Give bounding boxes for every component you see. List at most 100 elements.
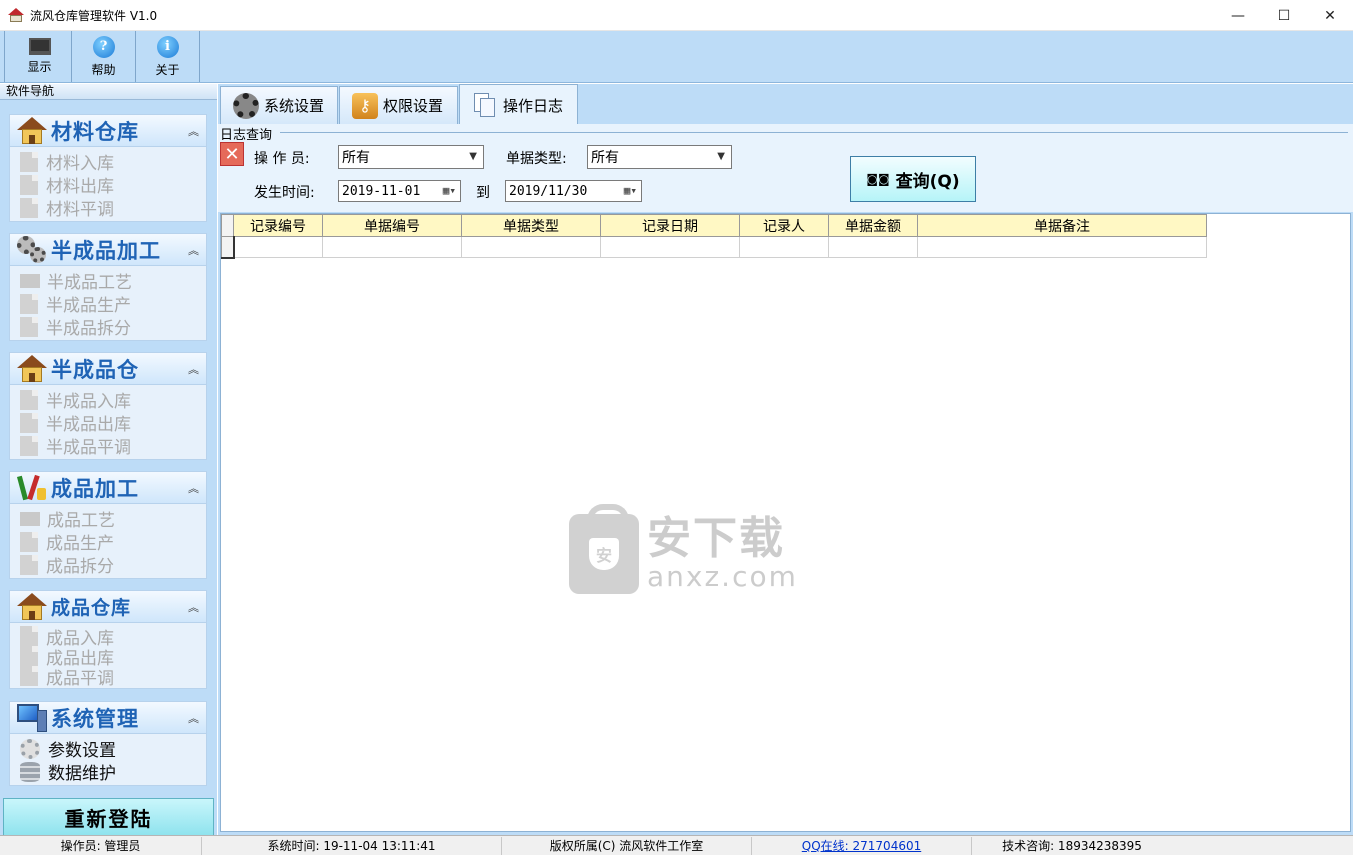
nav-item-semi-out[interactable]: 半成品出库 [10, 411, 206, 435]
warehouse-icon [17, 592, 47, 621]
nav-group-header[interactable]: 材料仓库 ︽ [9, 114, 207, 147]
nav-group-title: 成品加工 [51, 476, 139, 501]
tab-operation-log[interactable]: 操作日志 [459, 84, 578, 125]
query-button-label: 查询(Q) [895, 171, 960, 192]
calendar-icon[interactable]: ▦▾ [624, 184, 637, 197]
collapse-icon[interactable]: ︽ [188, 480, 199, 496]
close-button[interactable]: ✕ [1307, 0, 1353, 31]
groupbox-border [280, 132, 1348, 133]
relogin-button[interactable]: 重新登陆 [3, 798, 214, 836]
tab-permission-settings[interactable]: ⚷ 权限设置 [339, 86, 458, 124]
tab-bar: 系统设置 ⚷ 权限设置 操作日志 [218, 84, 1353, 125]
table-cell[interactable] [600, 236, 740, 258]
nav-item-label: 数据维护 [48, 764, 116, 784]
column-header[interactable]: 单据类型 [461, 214, 601, 237]
nav-item-material-transfer[interactable]: 材料平调 [10, 196, 206, 220]
collapse-icon[interactable]: ︽ [188, 361, 199, 377]
clear-filter-icon[interactable]: ✕ [220, 142, 244, 166]
about-button[interactable]: i 关于 [136, 31, 200, 82]
table-cell[interactable] [322, 236, 462, 258]
doc-type-label: 单据类型: [506, 151, 567, 167]
nav-item-product-process[interactable]: 成品工艺 [10, 507, 206, 531]
nav-group-header[interactable]: 成品仓库 ︽ [9, 590, 207, 623]
collapse-icon[interactable]: ︽ [188, 710, 199, 726]
column-header[interactable]: 单据金额 [828, 214, 918, 237]
nav-item-parameter-settings[interactable]: 参数设置 [10, 737, 206, 761]
warehouse-icon [17, 354, 47, 383]
toolbar: 显示 ? 帮助 i 关于 [0, 31, 1353, 83]
operator-label: 操 作 员: [254, 151, 310, 167]
nav-item-data-maintenance[interactable]: 数据维护 [10, 760, 206, 784]
collapse-icon[interactable]: ︽ [188, 242, 199, 258]
nav-item-product-split[interactable]: 成品拆分 [10, 553, 206, 577]
watermark-cn: 安下载 [647, 513, 785, 564]
status-operator: 操作员: 管理员 [0, 836, 202, 855]
table-cell[interactable] [233, 236, 323, 258]
process-icon [20, 273, 40, 288]
tab-system-settings[interactable]: 系统设置 [220, 86, 338, 124]
nav-item-label: 材料出库 [46, 177, 114, 197]
log-icon [472, 92, 498, 118]
table-cell[interactable] [739, 236, 829, 258]
nav-item-product-transfer[interactable]: 成品平调 [10, 666, 206, 689]
maximize-button[interactable]: ☐ [1261, 0, 1307, 31]
nav-group-header[interactable]: 系统管理 ︽ [9, 701, 207, 734]
nav-item-label: 成品工艺 [47, 511, 115, 531]
nav-item-semi-production[interactable]: 半成品生产 [10, 292, 206, 316]
row-indicator-header [221, 214, 234, 237]
column-header[interactable]: 单据编号 [322, 214, 462, 237]
date-from-picker[interactable]: 2019-11-01 ▦▾ [338, 180, 461, 202]
date-to-value: 2019/11/30 [509, 183, 588, 199]
document-icon [20, 412, 38, 433]
calendar-icon[interactable]: ▦▾ [443, 184, 456, 197]
document-icon [20, 646, 38, 666]
nav-group-header[interactable]: 成品加工 ︽ [9, 471, 207, 504]
collapse-icon[interactable]: ︽ [188, 123, 199, 139]
nav-item-semi-split[interactable]: 半成品拆分 [10, 315, 206, 339]
qq-link[interactable]: QQ在线: 271704601 [802, 837, 921, 854]
nav-item-semi-transfer[interactable]: 半成品平调 [10, 434, 206, 458]
column-header[interactable]: 记录日期 [600, 214, 740, 237]
title-bar: 流风仓库管理软件 V1.0 — ☐ ✕ [0, 0, 1353, 31]
column-header[interactable]: 记录编号 [233, 214, 323, 237]
nav-item-label: 半成品拆分 [46, 319, 131, 339]
query-button[interactable]: ◙◙ 查询(Q) [850, 156, 976, 202]
table-cell[interactable] [461, 236, 601, 258]
table-row[interactable] [221, 236, 1207, 259]
status-qq-link[interactable]: QQ在线: 271704601 [752, 836, 972, 855]
log-query-panel: 日志查询 ✕ 操 作 员: 所有 ▼ 单据类型: 所有 ▼ 发生时间: 2019… [218, 124, 1353, 212]
nav-group-header[interactable]: 半成品仓 ︽ [9, 352, 207, 385]
nav-group-header[interactable]: 半成品加工 ︽ [9, 233, 207, 266]
display-button[interactable]: 显示 [8, 31, 72, 82]
gear-icon [233, 92, 259, 119]
status-copyright: 版权所属(C) 流风软件工作室 [502, 836, 752, 855]
nav-item-material-out[interactable]: 材料出库 [10, 173, 206, 197]
nav-item-material-in[interactable]: 材料入库 [10, 150, 206, 174]
nav-header: 软件导航 [0, 84, 217, 100]
nav-item-semi-in[interactable]: 半成品入库 [10, 388, 206, 412]
main-content: 系统设置 ⚷ 权限设置 操作日志 日志查询 ✕ 操 作 员: 所有 ▼ 单据类型… [218, 84, 1353, 839]
info-icon: i [156, 35, 179, 58]
nav-item-label: 材料入库 [46, 154, 114, 174]
doc-type-select[interactable]: 所有 ▼ [587, 145, 732, 169]
nav-group-product-processing: 成品加工 ︽ 成品工艺 成品生产 成品拆分 [9, 471, 207, 579]
help-button[interactable]: ? 帮助 [72, 31, 136, 82]
operator-select[interactable]: 所有 ▼ [338, 145, 484, 169]
warehouse-icon [17, 116, 47, 145]
navigation-panel: 软件导航 材料仓库 ︽ 材料入库 材料出库 材料平调 半成品加工 ︽ 半成品工艺… [0, 84, 217, 839]
column-header[interactable]: 单据备注 [917, 214, 1207, 237]
column-header[interactable]: 记录人 [739, 214, 829, 237]
nav-item-label: 半成品生产 [46, 296, 131, 316]
nav-group-title: 半成品仓 [51, 357, 139, 382]
nav-item-semi-process[interactable]: 半成品工艺 [10, 269, 206, 293]
collapse-icon[interactable]: ︽ [188, 599, 199, 615]
app-icon [8, 7, 24, 23]
table-cell[interactable] [917, 236, 1207, 258]
table-cell[interactable] [828, 236, 918, 258]
log-grid[interactable]: 记录编号 单据编号 单据类型 记录日期 记录人 单据金额 单据备注 安 安下载 … [220, 213, 1351, 832]
nav-item-product-production[interactable]: 成品生产 [10, 530, 206, 554]
date-to-picker[interactable]: 2019/11/30 ▦▾ [505, 180, 642, 202]
minimize-button[interactable]: — [1215, 0, 1261, 31]
nav-group-title: 系统管理 [51, 706, 139, 731]
document-icon [20, 389, 38, 410]
